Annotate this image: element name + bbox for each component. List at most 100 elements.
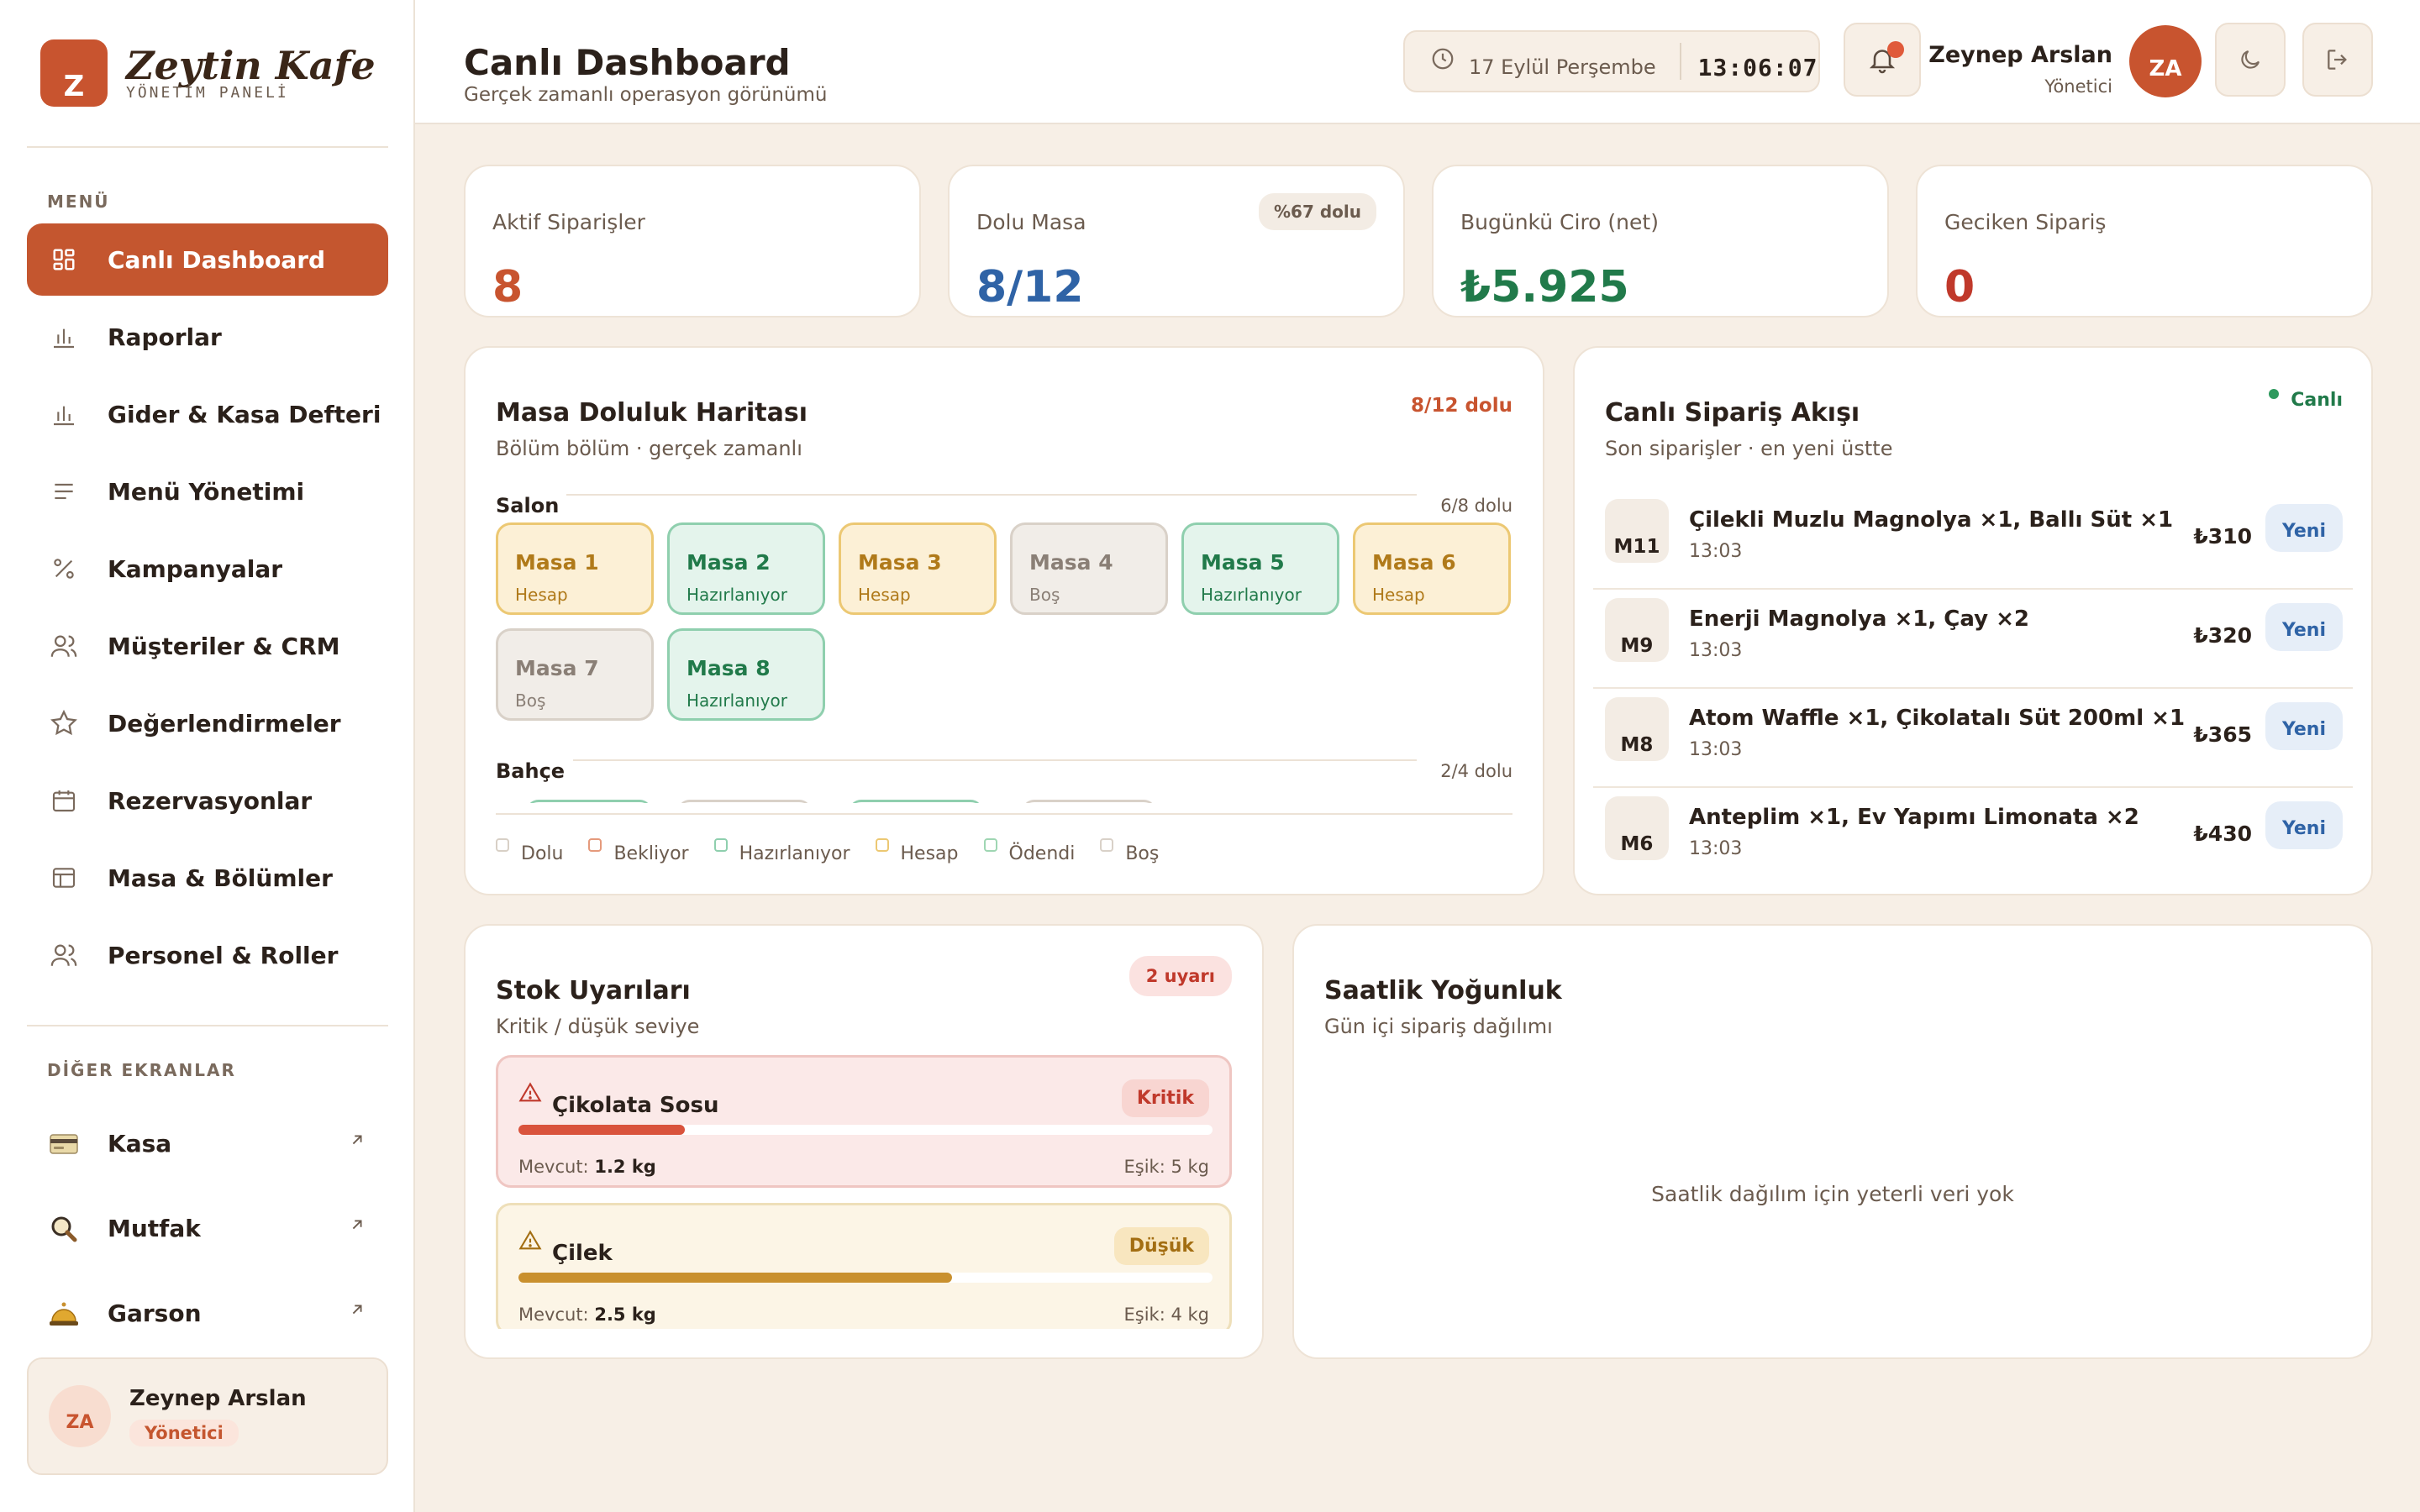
- table-status: Hesap: [858, 585, 911, 605]
- menu-item-personel-roller[interactable]: Personel & Roller: [27, 919, 388, 991]
- main-menu: Canlı Dashboard Raporlar Gider & Kasa De…: [27, 223, 388, 996]
- order-table-badge: M11: [1605, 499, 1669, 563]
- sidebar-user-role: Yönetici: [129, 1420, 239, 1446]
- menu-item-rezervasyonlar[interactable]: Rezervasyonlar: [27, 764, 388, 837]
- stock-name: Çilek: [552, 1241, 613, 1266]
- theme-toggle-button[interactable]: [2215, 23, 2286, 97]
- kpi-label: Dolu Masa: [976, 210, 1086, 234]
- order-items: Anteplim ×1, Ev Yapımı Limonata ×2: [1689, 805, 2139, 830]
- external-link-icon: [348, 1215, 366, 1234]
- kpi-value: ₺5.925: [1460, 262, 1629, 312]
- table-status: Boş: [1029, 585, 1060, 605]
- order-items: Atom Waffle ×1, Çikolatalı Süt 200ml ×1: [1689, 706, 2186, 731]
- menu-item-raporlar[interactable]: Raporlar: [27, 301, 388, 373]
- occupancy-count: 8/12 dolu: [1411, 395, 1512, 417]
- logout-button[interactable]: [2302, 23, 2373, 97]
- legend-item: Boş: [1100, 838, 1159, 864]
- section-count: 2/4 dolu: [1440, 761, 1512, 781]
- order-row[interactable]: M6 Anteplim ×1, Ev Yapımı Limonata ×2 13…: [1593, 788, 2353, 887]
- header-user[interactable]: Zeynep Arslan Yönetici: [1928, 42, 2112, 97]
- order-row[interactable]: M11 Çilekli Muzlu Magnolya ×1, Ballı Süt…: [1593, 491, 2353, 590]
- card-subtitle: Son siparişler · en yeni üstte: [1605, 437, 1893, 460]
- users-icon: [47, 629, 81, 663]
- order-price: ₺365: [2193, 722, 2252, 747]
- table-tile-masa-8[interactable]: Masa 8 Hazırlanıyor: [667, 628, 825, 721]
- menu-item-label: Değerlendirmeler: [108, 709, 341, 738]
- sidebar-user-name: Zeynep Arslan: [129, 1386, 307, 1411]
- table-tile-masa-5[interactable]: Masa 5 Hazırlanıyor: [1181, 522, 1339, 615]
- credit-card-icon: [47, 1127, 81, 1161]
- order-price: ₺430: [2193, 822, 2252, 846]
- legend-item: Bekliyor: [588, 838, 689, 864]
- kpi-label: Bugünkü Ciro (net): [1460, 210, 1659, 234]
- table-tile-masa-2[interactable]: Masa 2 Hazırlanıyor: [667, 522, 825, 615]
- order-items: Çilekli Muzlu Magnolya ×1, Ballı Süt ×1: [1689, 507, 2174, 533]
- page-title: Canlı Dashboard: [464, 42, 791, 83]
- bar-chart-icon: [47, 320, 81, 354]
- table-tile-masa-3[interactable]: Masa 3 Hesap: [839, 522, 997, 615]
- warning-icon: [518, 1229, 542, 1252]
- sidebar: Z Zeytin Kafe YÖNETİM PANELİ MENÜ Canlı …: [0, 0, 415, 1512]
- calendar-icon: [47, 784, 81, 817]
- kpi-value: 8/12: [976, 262, 1084, 312]
- header-user-role: Yönetici: [2044, 76, 2112, 97]
- table-status: Hazırlanıyor: [687, 585, 787, 605]
- menu-item-gider-kasa-defteri[interactable]: Gider & Kasa Defteri: [27, 378, 388, 450]
- brand[interactable]: Z Zeytin Kafe YÖNETİM PANELİ: [40, 37, 376, 109]
- other-item-garson[interactable]: Garson: [27, 1271, 388, 1356]
- card-title: Canlı Sipariş Akışı: [1605, 398, 1860, 428]
- table-name: Masa 4: [1029, 550, 1113, 575]
- notifications-button[interactable]: [1844, 23, 1921, 97]
- table-layout-icon: [47, 861, 81, 895]
- menu-item-kampanyalar[interactable]: Kampanyalar: [27, 533, 388, 605]
- kpi-card-dolu-masa: Dolu Masa %67 dolu 8/12: [948, 165, 1405, 318]
- table-name: Masa 5: [1201, 550, 1285, 575]
- avatar: ZA: [49, 1385, 111, 1447]
- sidebar-user-card[interactable]: ZA Zeynep Arslan Yönetici: [27, 1357, 388, 1475]
- menu-item-canli-dashboard[interactable]: Canlı Dashboard: [27, 223, 388, 296]
- card-subtitle: Bölüm bölüm · gerçek zamanlı: [496, 437, 802, 460]
- bahce-tiles-scroll[interactable]: [496, 791, 1516, 803]
- occupancy-badge: %67 dolu: [1259, 193, 1376, 230]
- avatar[interactable]: ZA: [2129, 25, 2202, 97]
- live-indicator: Canlı: [2269, 388, 2343, 411]
- menu-item-menu-yonetimi[interactable]: Menü Yönetimi: [27, 455, 388, 528]
- table-name: Masa 8: [687, 656, 771, 680]
- table-tile-masa-6[interactable]: Masa 6 Hesap: [1353, 522, 1511, 615]
- stock-item[interactable]: Çilek Düşük Mevcut: 2.5 kg Eşik: 4 kg: [496, 1203, 1232, 1329]
- table-tile-masa-4[interactable]: Masa 4 Boş: [1010, 522, 1168, 615]
- external-link-icon: [348, 1300, 366, 1319]
- order-row[interactable]: M8 Atom Waffle ×1, Çikolatalı Süt 200ml …: [1593, 689, 2353, 788]
- order-time: 13:03: [1689, 739, 1743, 760]
- table-status: Boş: [515, 690, 546, 711]
- stock-list-scroll[interactable]: Çikolata Sosu Kritik Mevcut: 1.2 kg Eşik…: [466, 1055, 1262, 1329]
- percent-icon: [47, 552, 81, 585]
- order-table-badge: M8: [1605, 697, 1669, 761]
- stock-progress-bar: [518, 1125, 1213, 1135]
- menu-item-masa-bolumler[interactable]: Masa & Bölümler: [27, 842, 388, 914]
- other-item-kasa[interactable]: Kasa: [27, 1101, 388, 1186]
- menu-item-degerlendirmeler[interactable]: Değerlendirmeler: [27, 687, 388, 759]
- table-tile-masa-7[interactable]: Masa 7 Boş: [496, 628, 654, 721]
- live-dot-icon: [2269, 388, 2280, 399]
- order-time: 13:03: [1689, 838, 1743, 859]
- bell-icon: [47, 1297, 81, 1331]
- other-section-title: DİĞER EKRANLAR: [47, 1060, 236, 1080]
- legend-item: Ödendi: [983, 838, 1075, 864]
- external-link-icon: [348, 1131, 366, 1149]
- order-time: 13:03: [1689, 640, 1743, 661]
- card-title: Saatlik Yoğunluk: [1324, 976, 1562, 1005]
- menu-item-label: Canlı Dashboard: [108, 245, 326, 274]
- order-items: Enerji Magnolya ×1, Çay ×2: [1689, 606, 2029, 632]
- stock-item[interactable]: Çikolata Sosu Kritik Mevcut: 1.2 kg Eşik…: [496, 1055, 1232, 1188]
- order-row[interactable]: M9 Enerji Magnolya ×1, Çay ×2 13:03 ₺320…: [1593, 590, 2353, 689]
- sidebar-divider: [27, 146, 388, 148]
- table-name: Masa 2: [687, 550, 771, 575]
- star-icon: [47, 706, 81, 740]
- stock-threshold: Eşik: 4 kg: [1123, 1305, 1209, 1325]
- menu-item-musteriler-crm[interactable]: Müşteriler & CRM: [27, 610, 388, 682]
- table-tile-masa-1[interactable]: Masa 1 Hesap: [496, 522, 654, 615]
- other-item-mutfak[interactable]: Mutfak: [27, 1186, 388, 1271]
- table-name: Masa 7: [515, 656, 599, 680]
- table-status: Hesap: [515, 585, 568, 605]
